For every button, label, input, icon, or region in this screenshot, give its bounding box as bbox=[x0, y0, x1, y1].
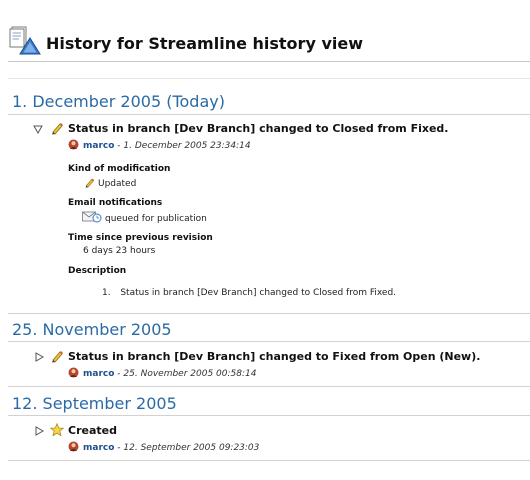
star-icon bbox=[50, 423, 64, 437]
date-divider bbox=[8, 114, 530, 115]
email-value: queued for publication bbox=[82, 210, 207, 224]
group-divider bbox=[8, 386, 530, 387]
meta-separator: - bbox=[117, 443, 121, 453]
expand-toggle-icon[interactable] bbox=[34, 352, 44, 362]
time-label: Time since previous revision bbox=[68, 233, 213, 243]
entry-timestamp: 1. December 2005 23:34:14 bbox=[123, 141, 251, 151]
email-queue-icon bbox=[82, 210, 102, 223]
pencil-icon bbox=[84, 177, 95, 188]
avatar bbox=[68, 139, 79, 150]
author-link[interactable]: marco bbox=[83, 369, 114, 379]
header-subdivider bbox=[8, 78, 530, 79]
history-page: History for Streamline history view 1. D… bbox=[0, 0, 530, 480]
entry-title: Status in branch [Dev Branch] changed to… bbox=[68, 350, 481, 363]
entry-meta: marco - 25. November 2005 00:58:14 bbox=[68, 367, 256, 379]
meta-separator: - bbox=[117, 369, 121, 379]
page-header: History for Streamline history view bbox=[0, 0, 530, 79]
pencil-icon bbox=[50, 349, 64, 363]
collapse-toggle-icon[interactable] bbox=[33, 124, 43, 134]
description-item-text: Status in branch [Dev Branch] changed to… bbox=[120, 288, 397, 298]
time-value: 6 days 23 hours bbox=[83, 246, 156, 256]
entry-meta: marco - 12. September 2005 09:23:03 bbox=[68, 441, 259, 453]
email-label: Email notifications bbox=[68, 198, 163, 208]
description-label: Description bbox=[68, 266, 127, 276]
date-divider bbox=[8, 341, 530, 342]
date-heading: 25. November 2005 bbox=[12, 320, 172, 339]
description-item-number: 1. bbox=[102, 288, 111, 298]
avatar bbox=[68, 367, 79, 378]
page-title: History for Streamline history view bbox=[46, 34, 363, 53]
email-value-text: queued for publication bbox=[105, 214, 207, 224]
kind-value-text: Updated bbox=[98, 179, 137, 189]
group-divider bbox=[8, 313, 530, 314]
entry-meta: marco - 1. December 2005 23:34:14 bbox=[68, 139, 251, 151]
entry-title: Status in branch [Dev Branch] changed to… bbox=[68, 122, 449, 135]
author-link[interactable]: marco bbox=[83, 141, 114, 151]
date-heading: 1. December 2005 (Today) bbox=[12, 92, 225, 111]
avatar bbox=[68, 441, 79, 452]
date-divider bbox=[8, 415, 530, 416]
date-heading: 12. September 2005 bbox=[12, 394, 177, 413]
document-history-icon bbox=[8, 26, 42, 56]
entry-timestamp: 25. November 2005 00:58:14 bbox=[123, 369, 257, 379]
header-divider bbox=[8, 61, 530, 62]
expand-toggle-icon[interactable] bbox=[34, 426, 44, 436]
entry-timestamp: 12. September 2005 09:23:03 bbox=[123, 443, 260, 453]
kind-value: Updated bbox=[84, 177, 136, 189]
meta-separator: - bbox=[117, 141, 121, 151]
kind-label: Kind of modification bbox=[68, 164, 171, 174]
entry-title: Created bbox=[68, 424, 117, 437]
description-item: 1. Status in branch [Dev Branch] changed… bbox=[102, 288, 396, 298]
author-link[interactable]: marco bbox=[83, 443, 114, 453]
pencil-icon bbox=[50, 121, 64, 135]
group-divider bbox=[8, 460, 530, 461]
